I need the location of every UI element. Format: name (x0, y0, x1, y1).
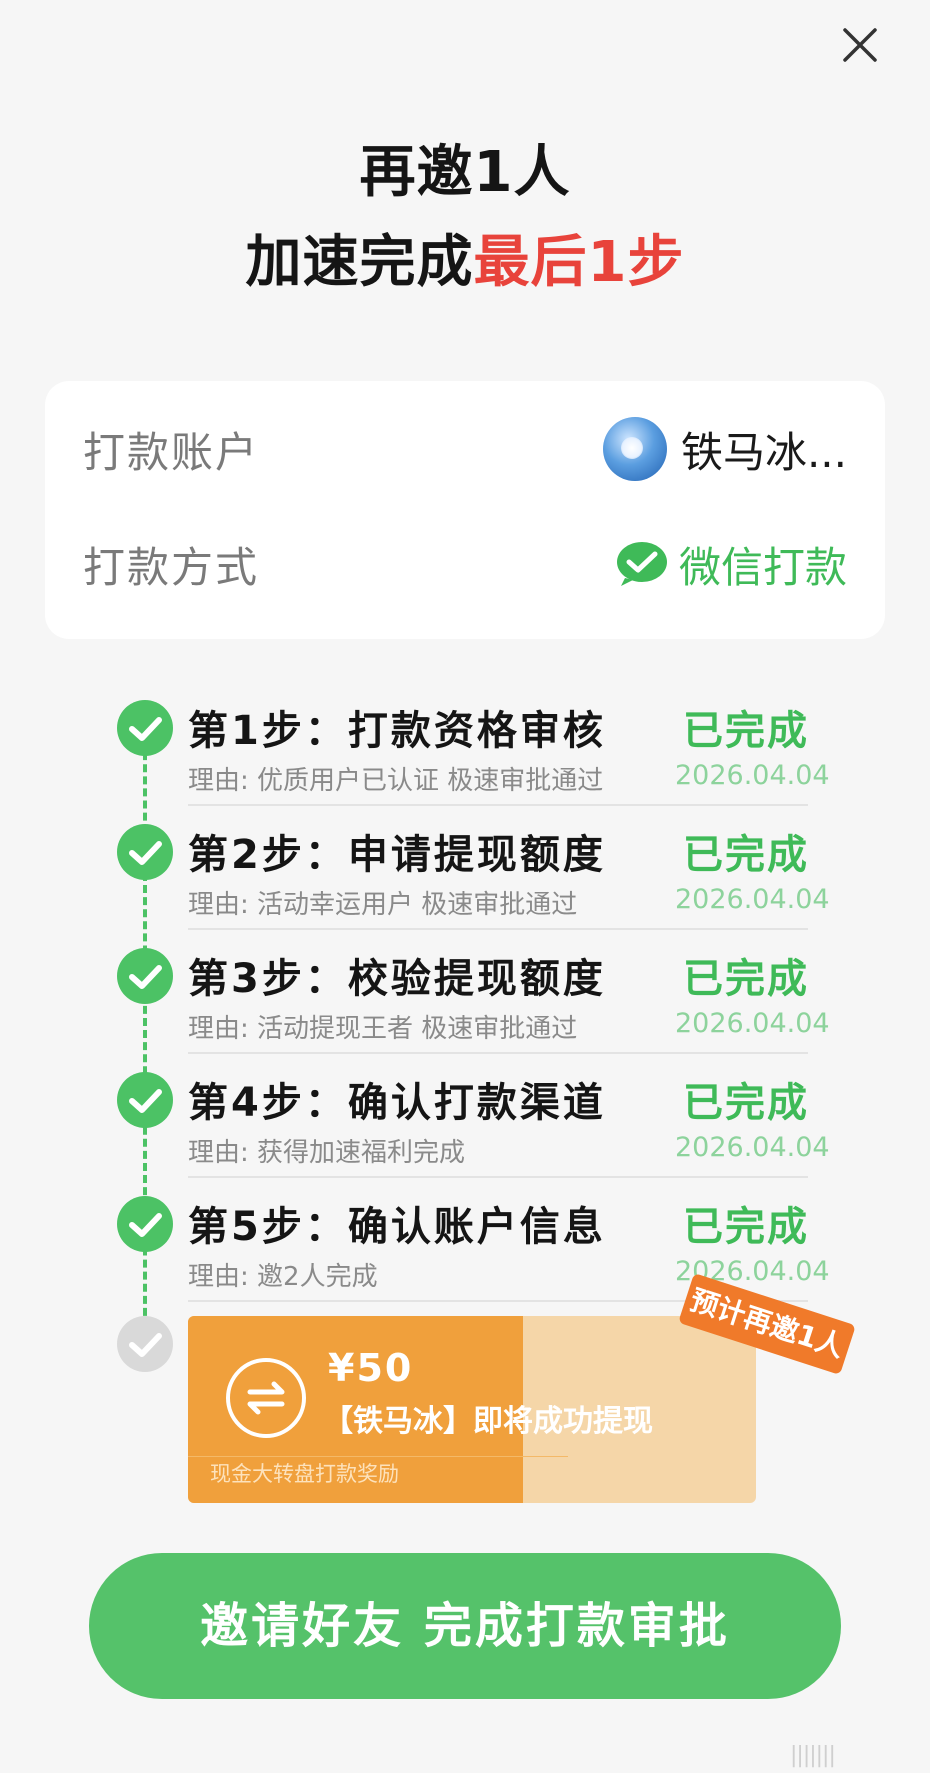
step-item-1: 第1步：打款资格审核 理由: 优质用户已认证 极速审批通过 已完成 2026.0… (0, 690, 930, 814)
step-status: 已完成 (683, 832, 809, 878)
step-status: 已完成 (683, 956, 809, 1002)
method-label: 打款方式 (83, 542, 260, 592)
headline-prefix: 加速完成 (245, 230, 474, 295)
avatar (602, 417, 667, 481)
pending-check-icon (117, 1316, 173, 1372)
step-reason: 理由: 活动幸运用户 极速审批通过 (188, 890, 578, 920)
step-status: 已完成 (683, 1080, 809, 1126)
account-card: 打款账户 铁马冰... 打款方式 微信打款 (45, 381, 885, 639)
step-title: 第1步：打款资格审核 (188, 708, 606, 754)
invite-friends-button[interactable]: 邀请好友 完成打款审批 (89, 1553, 841, 1699)
step-divider (188, 1052, 808, 1054)
step-date: 2026.04.04 (675, 1008, 830, 1039)
close-button[interactable] (833, 18, 887, 72)
step-item-3: 第3步：校验提现额度 理由: 活动提现王者 极速审批通过 已完成 2026.04… (0, 938, 930, 1062)
step-divider (188, 928, 808, 930)
step-reason: 理由: 邀2人完成 (188, 1262, 378, 1292)
step-item-5: 第5步：确认账户信息 理由: 邀2人完成 已完成 2026.04.04 (0, 1186, 930, 1310)
step-title: 第5步：确认账户信息 (188, 1204, 606, 1250)
step-status: 已完成 (683, 708, 809, 754)
step-divider (188, 1176, 808, 1178)
reward-card[interactable]: ¥50 【铁马冰】即将成功提现 现金大转盘打款奖励 (188, 1316, 756, 1503)
step-item-4: 第4步：确认打款渠道 理由: 获得加速福利完成 已完成 2026.04.04 (0, 1062, 930, 1186)
step-check-icon (117, 1072, 173, 1128)
step-title: 第4步：确认打款渠道 (188, 1080, 606, 1126)
reward-amount: ¥50 (328, 1346, 414, 1390)
transfer-icon (226, 1358, 306, 1438)
step-check-icon (117, 824, 173, 880)
account-label: 打款账户 (83, 427, 260, 477)
method-value: 微信打款 (615, 534, 847, 595)
step-title: 第2步：申请提现额度 (188, 832, 606, 878)
account-row: 打款账户 铁马冰... (83, 417, 847, 481)
reward-footer: 现金大转盘打款奖励 (210, 1462, 399, 1486)
step-date: 2026.04.04 (675, 1132, 830, 1163)
account-name: 铁马冰... (680, 427, 847, 477)
step-reason: 理由: 获得加速福利完成 (188, 1138, 466, 1168)
step-check-icon (117, 700, 173, 756)
headline-line1: 再邀1人 (359, 140, 571, 205)
method-text: 微信打款 (678, 542, 847, 592)
headline-highlight: 最后1步 (473, 230, 685, 295)
wechat-pay-icon (616, 542, 667, 586)
step-divider (188, 804, 808, 806)
step-title: 第3步：校验提现额度 (188, 956, 606, 1002)
method-row: 打款方式 微信打款 (83, 534, 847, 594)
step-date: 2026.04.04 (675, 760, 830, 791)
step-status: 已完成 (683, 1204, 809, 1250)
step-date: 2026.04.04 (675, 884, 830, 915)
step-check-icon (117, 1196, 173, 1252)
reward-text: 【铁马冰】即将成功提现 (323, 1404, 653, 1439)
close-icon (843, 28, 877, 62)
step-reason: 理由: 优质用户已认证 极速审批通过 (188, 766, 604, 796)
step-check-icon (117, 948, 173, 1004)
reward-divider (188, 1456, 568, 1457)
headline-line2: 加速完成最后1步 (0, 228, 930, 298)
account-value: 铁马冰... (602, 417, 847, 481)
step-reason: 理由: 活动提现王者 极速审批通过 (188, 1014, 578, 1044)
watermark: ||||||| (790, 1743, 836, 1768)
step-item-2: 第2步：申请提现额度 理由: 活动幸运用户 极速审批通过 已完成 2026.04… (0, 814, 930, 938)
